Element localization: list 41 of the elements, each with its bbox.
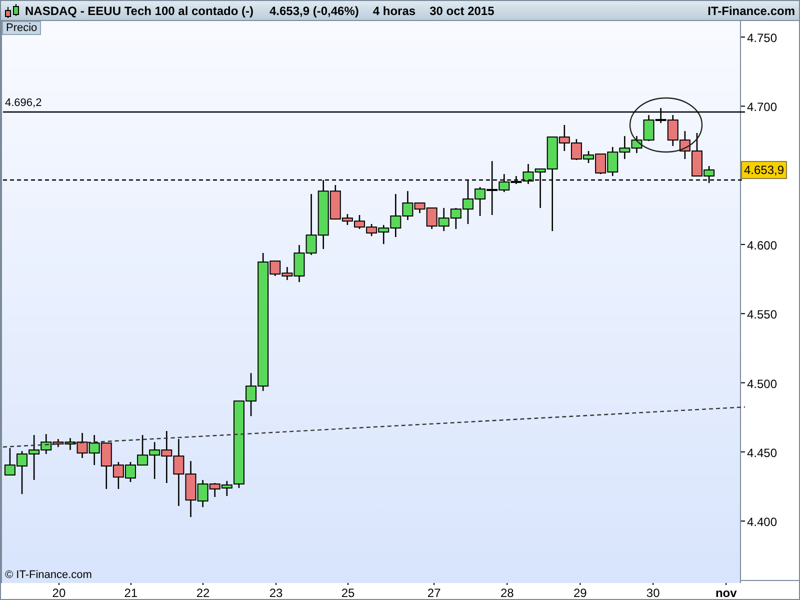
copyright-text: © IT-Finance.com [5,569,92,581]
y-axis-label: 4.450 [741,446,778,460]
price-quote: 4.653,9 (-0,46%) [269,4,359,18]
x-axis-label: 23 [269,581,283,599]
y-axis-label: 4.500 [741,376,778,391]
x-axis-label: 30 [646,581,660,599]
y-tick-label: 4.550 [747,308,778,322]
x-axis-label: 25 [341,581,355,599]
axis-title: Precio [2,21,42,35]
x-axis-label: 27 [427,581,441,599]
brand-text: IT-Finance.com [708,4,795,18]
line-value-label: 4.696,2 [5,97,42,109]
candlestick [161,431,172,484]
x-axis-label: 20 [52,581,66,599]
y-tick-label: 4.500 [747,376,778,391]
y-tick-label: 4.450 [747,446,778,460]
current-price-tag: 4.653,9 [741,160,788,179]
y-tick-label: 4.400 [747,515,778,530]
candlestick [607,146,618,176]
y-axis-label: 4.700 [741,100,778,114]
x-axis-label: nov [715,581,737,599]
candlestick [149,442,160,479]
candlestick-icon [3,2,21,18]
candlestick [438,208,450,232]
candlestick [354,215,365,229]
y-axis-label: 4.400 [741,515,778,530]
x-axis-label: 22 [196,581,210,599]
candlestick [173,439,184,506]
y-tick-label: 4.750 [747,31,778,46]
date-text: 30 oct 2015 [430,4,494,18]
y-tick-label: 4.600 [747,238,778,252]
x-axis-label: 29 [573,581,587,599]
instrument-title: NASDAQ - EEUU Tech 100 al contado (-) [25,4,254,18]
y-axis-label: 4.750 [741,31,778,46]
y-tick-label: 4.700 [747,100,778,114]
x-axis-label: 21 [124,581,138,599]
interval-text: 4 horas [372,4,416,18]
x-axis-label: 28 [500,581,514,599]
candlestick [619,136,630,159]
y-axis-label: 4.600 [741,238,778,252]
y-axis-label: 4.550 [741,308,778,322]
